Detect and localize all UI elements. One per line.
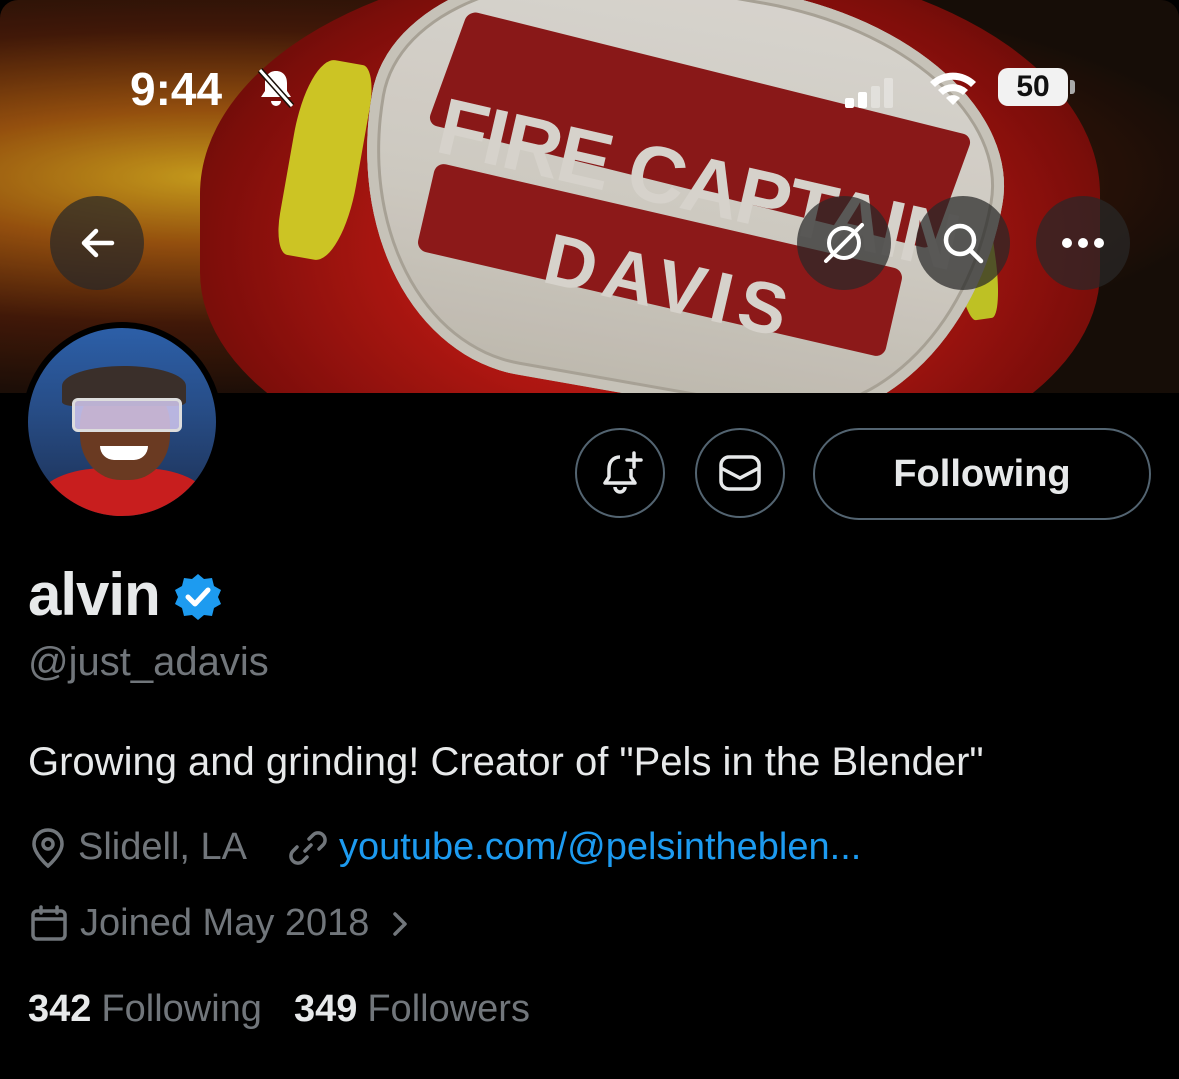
envelope-icon [719, 455, 761, 491]
avatar[interactable] [22, 322, 222, 522]
wifi-icon [930, 72, 976, 105]
following-stat[interactable]: 342 Following [28, 988, 262, 1031]
chevron-right-icon [393, 911, 408, 936]
following-count: 342 [28, 988, 92, 1030]
bell-plus-icon [603, 451, 643, 494]
joined-row[interactable]: Joined May 2018 [28, 902, 427, 945]
link-icon [289, 830, 327, 865]
followers-label: Followers [367, 988, 530, 1030]
profile-banner[interactable]: FIRE CAPTAIN DAVIS [0, 0, 1179, 393]
followers-count: 349 [293, 988, 358, 1030]
arrow-left-icon [81, 228, 115, 258]
location-text: Slidell, LA [78, 826, 247, 868]
notifications-button[interactable] [575, 428, 665, 518]
joined-text: Joined May 2018 [80, 902, 370, 944]
message-button[interactable] [695, 428, 785, 518]
verified-badge-icon[interactable] [172, 571, 224, 623]
website-link[interactable]: youtube.com/@pelsintheblen... [339, 826, 861, 869]
more-horizontal-icon [1062, 238, 1104, 248]
battery-level: 50 [998, 68, 1068, 106]
cell-signal-icon [845, 78, 893, 108]
location-pin-icon [32, 827, 64, 868]
name-row: alvin [28, 560, 224, 629]
search-button[interactable] [916, 196, 1010, 290]
back-button[interactable] [50, 196, 144, 290]
following-label: Following [101, 988, 262, 1030]
handle: @just_adavis [28, 640, 269, 684]
search-icon [943, 223, 984, 264]
followers-stat[interactable]: 349 Followers [294, 988, 530, 1031]
meta-row: Slidell, LA youtube.com/@pelsintheblen..… [28, 826, 861, 869]
bio: Growing and grinding! Creator of "Pels i… [28, 740, 984, 784]
grok-button[interactable] [797, 196, 891, 290]
display-name: alvin [28, 561, 161, 628]
following-button[interactable]: Following [813, 428, 1151, 520]
follow-stats: 342 Following 349 Followers [28, 988, 530, 1031]
battery-indicator: 50 [998, 68, 1075, 106]
bell-off-icon [257, 68, 295, 108]
status-time: 9:44 [130, 63, 223, 115]
grok-icon [824, 223, 864, 263]
more-button[interactable] [1036, 196, 1130, 290]
calendar-icon [31, 904, 67, 941]
